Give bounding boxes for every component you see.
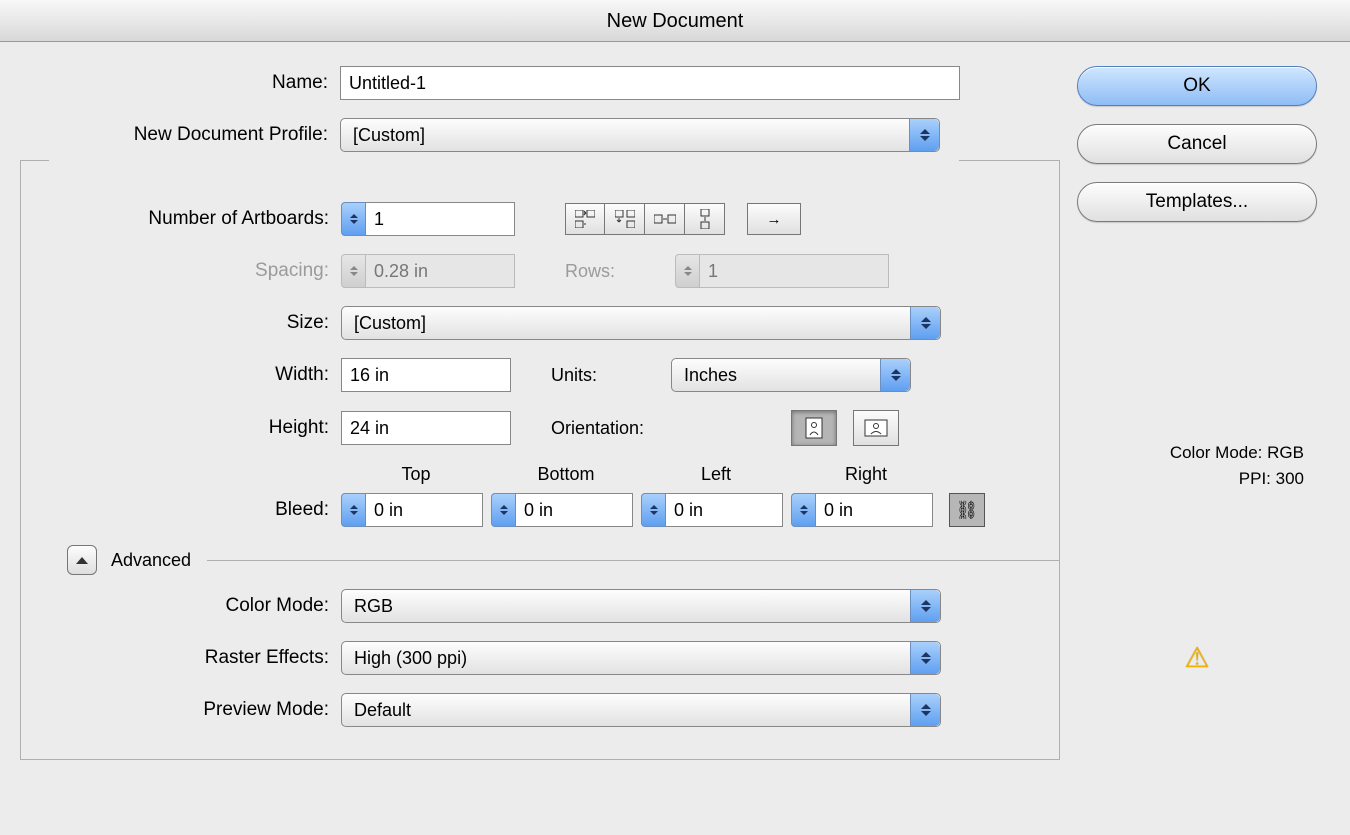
separator [207,560,1059,561]
advanced-label: Advanced [111,550,191,571]
dropdown-arrows-icon [910,642,940,674]
dropdown-arrows-icon [909,119,939,151]
bleed-label: Bleed: [21,499,341,521]
spacing-input [365,254,515,288]
artboards-label: Number of Artboards: [21,208,341,230]
bleed-right-header: Right [791,464,941,485]
dialog-title: New Document [0,0,1350,42]
bleed-bottom-input[interactable] [515,493,633,527]
rows-input [699,254,889,288]
raster-label: Raster Effects: [21,647,341,669]
cancel-button[interactable]: Cancel [1077,124,1317,164]
width-label: Width: [21,364,341,386]
color-mode-label: Color Mode: [21,595,341,617]
orientation-portrait-button[interactable] [791,410,837,446]
bleed-bottom-stepper[interactable] [491,493,515,527]
bleed-top-input[interactable] [365,493,483,527]
spacing-stepper [341,254,365,288]
portrait-icon [805,417,823,439]
artboards-input[interactable] [365,202,515,236]
bleed-top-stepper[interactable] [341,493,365,527]
size-value: [Custom] [354,313,426,334]
raster-value: High (300 ppi) [354,648,467,669]
bleed-left-stepper[interactable] [641,493,665,527]
units-value: Inches [684,365,737,386]
advanced-disclosure-button[interactable] [67,545,97,575]
width-input[interactable] [341,358,511,392]
layout-col-button[interactable] [685,203,725,235]
landscape-icon [864,419,888,437]
color-mode-value: RGB [354,596,393,617]
bleed-right-stepper[interactable] [791,493,815,527]
ok-button[interactable]: OK [1077,66,1317,106]
rows-label: Rows: [515,261,675,282]
height-input[interactable] [341,411,511,445]
profile-dropdown[interactable]: [Custom] [340,118,940,152]
dropdown-arrows-icon [910,694,940,726]
units-dropdown[interactable]: Inches [671,358,911,392]
warning-icon: ⚠ [1184,641,1209,674]
color-mode-dropdown[interactable]: RGB [341,589,941,623]
orientation-label: Orientation: [511,418,711,439]
layout-row-rtl-button[interactable] [645,203,685,235]
preview-dropdown[interactable]: Default [341,693,941,727]
size-label: Size: [21,312,341,334]
info-summary: Color Mode: RGB PPI: 300 [1072,440,1322,491]
bleed-top-header: Top [341,464,491,485]
bleed-right-input[interactable] [815,493,933,527]
units-label: Units: [511,365,671,386]
dropdown-arrows-icon [880,359,910,391]
link-icon: ⛓ [956,500,979,521]
rows-stepper [675,254,699,288]
arrow-right-icon: → [767,211,782,228]
preview-value: Default [354,700,411,721]
bleed-left-header: Left [641,464,791,485]
profile-label: New Document Profile: [20,124,340,146]
dropdown-arrows-icon [910,307,940,339]
name-label: Name: [20,72,340,94]
bleed-link-button[interactable]: ⛓ [949,493,985,527]
layout-grid-col-button[interactable] [605,203,645,235]
layout-grid-row-button[interactable] [565,203,605,235]
bleed-bottom-header: Bottom [491,464,641,485]
name-input[interactable] [340,66,960,100]
artboards-stepper[interactable] [341,202,365,236]
size-dropdown[interactable]: [Custom] [341,306,941,340]
dropdown-arrows-icon [910,590,940,622]
layout-direction-button[interactable]: → [747,203,801,235]
profile-value: [Custom] [353,125,425,146]
height-label: Height: [21,417,341,439]
preview-label: Preview Mode: [21,699,341,721]
raster-dropdown[interactable]: High (300 ppi) [341,641,941,675]
templates-button[interactable]: Templates... [1077,182,1317,222]
orientation-landscape-button[interactable] [853,410,899,446]
spacing-label: Spacing: [21,260,341,282]
bleed-left-input[interactable] [665,493,783,527]
